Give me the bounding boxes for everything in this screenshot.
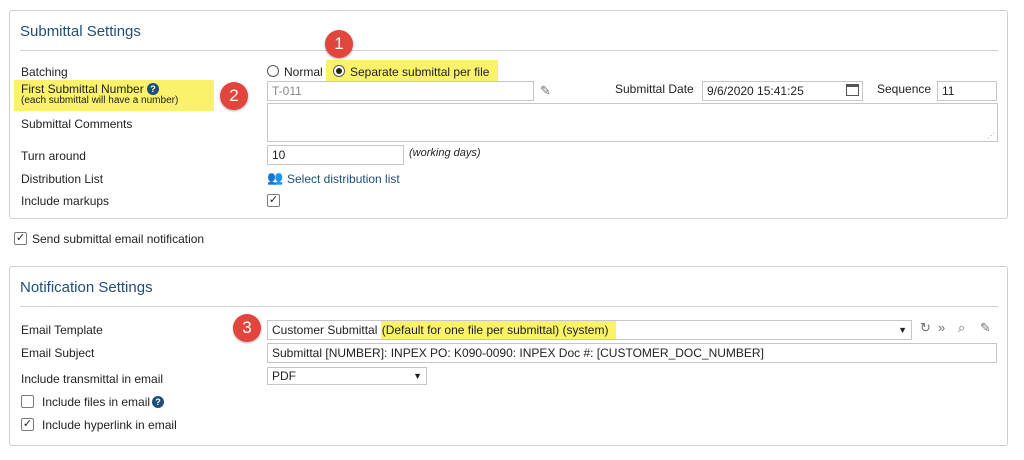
include-files-label: Include files in email <box>42 395 151 409</box>
first-number-label: First Submittal Number ? <box>21 82 160 96</box>
email-subject-label: Email Subject <box>21 346 95 360</box>
sequence-label: Sequence <box>877 82 932 96</box>
email-template-highlight: (Default for one file per submittal) (sy… <box>380 321 617 339</box>
batching-separate-label[interactable]: Separate submittal per file <box>350 65 489 79</box>
users-icon: 👥 <box>267 170 284 185</box>
submittal-date-label: Submittal Date <box>615 82 694 96</box>
email-template-label: Email Template <box>21 323 103 337</box>
turnaround-input[interactable]: 10 <box>267 145 404 165</box>
include-hyperlink-label: Include hyperlink in email <box>42 418 177 432</box>
batching-separate-radio[interactable] <box>333 65 345 77</box>
transmittal-select[interactable]: PDF ▼ <box>267 367 427 385</box>
step-badge-3: 3 <box>233 314 261 342</box>
notification-settings-divider <box>20 306 998 307</box>
turnaround-unit: (working days) <box>409 147 481 159</box>
batching-label: Batching <box>21 65 68 79</box>
double-chevron-right-icon[interactable]: » <box>938 321 945 335</box>
turnaround-label: Turn around <box>21 149 86 163</box>
help-icon[interactable]: ? <box>152 396 164 408</box>
refresh-icon[interactable]: ↻ <box>920 321 931 335</box>
step-badge-1: 1 <box>325 30 353 58</box>
send-notification-label: Send submittal email notification <box>32 232 205 246</box>
search-icon[interactable]: ⌕ <box>958 321 965 335</box>
first-number-input[interactable]: T-011 <box>267 81 534 101</box>
transmittal-label: Include transmittal in email <box>21 372 164 386</box>
select-distribution-link[interactable]: Select distribution list <box>287 172 400 186</box>
include-markups-label: Include markups <box>21 194 110 208</box>
email-template-select[interactable]: Customer Submittal (Default for one file… <box>267 320 912 340</box>
first-number-sublabel: (each submittal will have a number) <box>21 95 179 106</box>
resize-handle-icon[interactable]: ⋰ <box>987 131 995 140</box>
submittal-comments-label: Submittal Comments <box>21 117 133 131</box>
distribution-label: Distribution List <box>21 172 104 186</box>
transmittal-value: PDF <box>272 369 296 383</box>
batching-normal-label[interactable]: Normal <box>284 65 323 79</box>
pencil-icon[interactable]: ✎ <box>540 84 551 98</box>
notification-settings-title: Notification Settings <box>20 279 153 296</box>
include-files-checkbox[interactable] <box>21 395 34 408</box>
send-notification-checkbox[interactable]: ✓ <box>14 232 27 245</box>
submittal-settings-title: Submittal Settings <box>20 23 141 40</box>
chevron-down-icon: ▼ <box>413 371 422 381</box>
first-number-label-text: First Submittal Number <box>21 82 144 96</box>
email-template-value: Customer Submittal <box>272 323 378 337</box>
include-markups-checkbox[interactable]: ✓ <box>267 194 280 207</box>
sequence-input[interactable]: 11 <box>937 81 997 101</box>
pencil-icon[interactable]: ✎ <box>980 321 991 335</box>
help-icon[interactable]: ? <box>147 83 160 95</box>
calendar-icon[interactable] <box>846 84 859 96</box>
submittal-date-input[interactable]: 9/6/2020 15:41:25 <box>702 81 863 101</box>
submittal-settings-divider <box>20 50 998 51</box>
batching-normal-radio[interactable] <box>267 65 279 77</box>
step-badge-2: 2 <box>220 82 248 110</box>
chevron-down-icon: ▼ <box>898 325 907 335</box>
submittal-comments-textarea[interactable] <box>267 103 998 142</box>
email-subject-input[interactable]: Submittal [NUMBER]: INPEX PO: K090-0090:… <box>267 343 997 363</box>
include-hyperlink-checkbox[interactable]: ✓ <box>21 418 34 431</box>
